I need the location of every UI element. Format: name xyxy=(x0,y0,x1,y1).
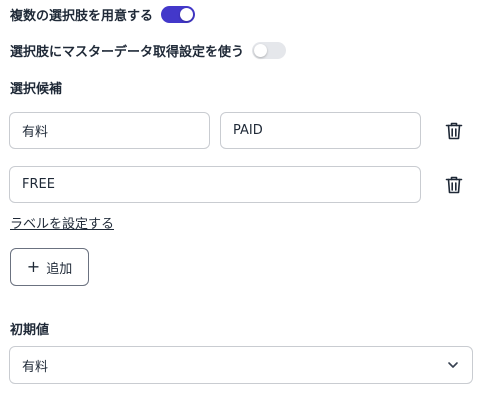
initial-value-section-header: 初期値 xyxy=(10,319,49,338)
plus-icon: + xyxy=(26,257,41,276)
trash-icon xyxy=(445,176,463,194)
initial-value-selected: 有料 xyxy=(22,359,49,375)
delete-choice-button[interactable] xyxy=(443,174,465,196)
choice-value-input[interactable] xyxy=(9,166,421,203)
multiple-choices-toggle[interactable] xyxy=(161,6,196,23)
multiple-choices-label: 複数の選択肢を用意する xyxy=(10,9,154,24)
choice-label-input[interactable] xyxy=(9,112,210,149)
toggle-knob xyxy=(180,8,194,21)
toggle-knob xyxy=(254,44,268,57)
choice-value-input[interactable] xyxy=(220,112,421,149)
trash-icon xyxy=(445,122,463,140)
initial-value-heading: 初期値 xyxy=(10,323,50,338)
master-data-toggle[interactable] xyxy=(252,42,287,59)
master-data-setting: 選択肢にマスターデータ取得設定を使う xyxy=(10,41,287,60)
choices-heading: 選択候補 xyxy=(10,82,63,97)
add-button-label: 追加 xyxy=(46,261,73,277)
set-label-link[interactable]: ラベルを設定する xyxy=(10,213,114,232)
chevron-down-icon xyxy=(448,362,458,368)
initial-value-select[interactable]: 有料 xyxy=(9,346,473,384)
choices-section-header: 選択候補 xyxy=(10,78,62,97)
add-choice-button[interactable]: + 追加 xyxy=(10,248,89,286)
delete-choice-button[interactable] xyxy=(443,120,465,142)
multiple-choices-setting: 複数の選択肢を用意する xyxy=(10,5,196,24)
master-data-label: 選択肢にマスターデータ取得設定を使う xyxy=(10,45,245,60)
